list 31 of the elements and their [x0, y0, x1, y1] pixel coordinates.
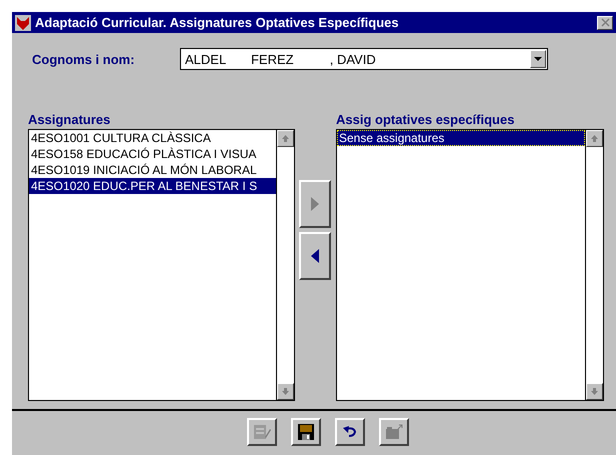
- scroll-up-button[interactable]: [586, 130, 603, 147]
- up-arrow-icon: [590, 134, 599, 143]
- list-heading: Assignatures: [28, 112, 112, 128]
- field-label: Cognoms i nom:: [32, 52, 136, 66]
- list-item[interactable]: 4ESO158 EDUCACIÓ PLÀSTICA I VISUA: [29, 146, 276, 162]
- toolbar-button[interactable]: [335, 418, 365, 446]
- list-item[interactable]: 4ESO1019 INICIACIÓ AL MÓN LABORAL: [29, 162, 276, 178]
- down-arrow-icon: [281, 387, 290, 396]
- scroll-down-button[interactable]: [586, 383, 603, 400]
- caret-icon: [534, 56, 542, 62]
- scroll-down-button[interactable]: [277, 383, 294, 400]
- list-item[interactable]: 4ESO1001 CULTURA CLÀSSICA: [29, 130, 276, 146]
- toolbar-button[interactable]: [291, 418, 321, 446]
- subjects-list[interactable]: 4ESO1001 CULTURA CLÀSSICA 4ESO158 EDUCACIÓ PLÀSTICA I VISUA 4ESO1019 INICIACIÓ AL MÓN LABORAL 4ESO1020 EDUC.PER AL BENESTAR I S: [28, 129, 295, 401]
- undo-arrow-icon: [342, 425, 358, 439]
- folder-arrow-icon: [384, 423, 404, 441]
- scroll-up-button[interactable]: [277, 130, 294, 147]
- list-heading: Assig optatives específiques: [336, 112, 516, 128]
- student-dropdown[interactable]: ALDEL FEREZ , DAVID: [180, 48, 548, 70]
- dropdown-button[interactable]: [530, 50, 546, 68]
- chosen-subjects-list[interactable]: Sense assignatures: [336, 129, 604, 401]
- window-title: Adaptació Curricular. Assignatures Optatives Específiques: [35, 15, 400, 30]
- close-icon: [600, 18, 610, 27]
- document-edit-icon: [252, 423, 272, 441]
- remove-button[interactable]: [299, 232, 331, 280]
- up-arrow-icon: [281, 134, 290, 143]
- list-item[interactable]: Sense assignatures: [337, 130, 585, 146]
- fox-head-icon: [15, 14, 31, 30]
- down-arrow-icon: [590, 387, 599, 396]
- list-item[interactable]: 4ESO1020 EDUC.PER AL BENESTAR I S: [29, 178, 276, 194]
- close-button[interactable]: [597, 16, 613, 30]
